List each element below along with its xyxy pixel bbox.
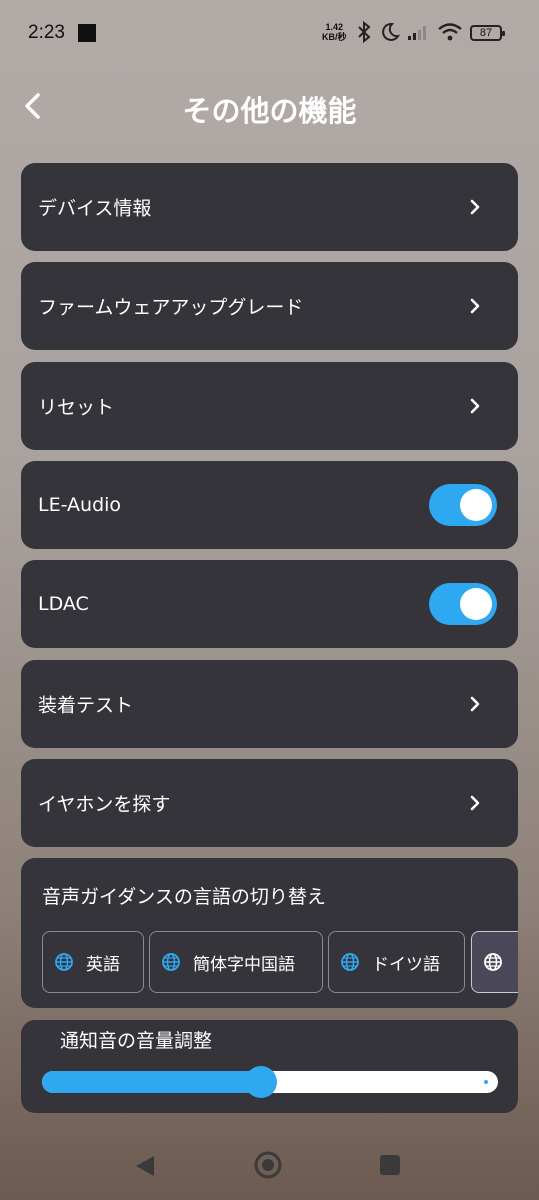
notification-icon <box>78 24 96 42</box>
language-chip-label: ドイツ語 <box>372 954 440 975</box>
status-time: 2:23 <box>28 22 65 43</box>
find-earphones-label: イヤホンを探す <box>38 793 171 816</box>
device-info-label: デバイス情報 <box>38 197 152 220</box>
le-audio-toggle[interactable] <box>429 484 497 526</box>
find-earphones-row[interactable]: イヤホンを探す <box>21 759 518 847</box>
voice-guidance-language-card: 音声ガイダンスの言語の切り替え 英語 簡体字中国語 ドイツ語 <box>21 858 518 1008</box>
globe-icon <box>162 953 180 971</box>
language-chip-label: 英語 <box>86 954 120 975</box>
le-audio-label: LE-Audio <box>38 494 122 516</box>
nav-home-icon[interactable] <box>253 1150 283 1180</box>
fit-test-row[interactable]: 装着テスト <box>21 660 518 748</box>
notification-volume-card: 通知音の音量調整 <box>21 1020 518 1113</box>
battery-indicator: 87 <box>470 25 505 41</box>
le-audio-row: LE-Audio <box>21 461 518 549</box>
language-chip-simplified-chinese[interactable]: 簡体字中国語 <box>149 931 323 993</box>
language-chip-english[interactable]: 英語 <box>42 931 144 993</box>
toggle-knob <box>460 489 492 521</box>
network-speed-value: 1.42 <box>325 22 344 32</box>
firmware-upgrade-label: ファームウェアアップグレード <box>38 296 304 319</box>
do-not-disturb-moon-icon <box>382 22 400 41</box>
language-chip-label: 簡体字中国語 <box>193 954 295 975</box>
language-chip-german[interactable]: ドイツ語 <box>328 931 465 993</box>
status-bar: 2:23 1.42 KB/秒 87 <box>0 0 539 64</box>
nav-back-icon[interactable] <box>133 1153 157 1179</box>
network-speed-unit: KB/秒 <box>322 32 347 42</box>
fit-test-label: 装着テスト <box>38 694 134 717</box>
chevron-right-icon <box>470 298 480 314</box>
ldac-toggle[interactable] <box>429 583 497 625</box>
language-chip-selected[interactable] <box>471 931 518 993</box>
page-title: その他の機能 <box>182 94 357 128</box>
notification-volume-title: 通知音の音量調整 <box>60 1030 213 1052</box>
slider-end-dot <box>484 1080 488 1084</box>
notification-volume-slider[interactable] <box>42 1066 498 1098</box>
nav-recents-icon[interactable] <box>380 1155 400 1175</box>
slider-thumb[interactable] <box>245 1066 277 1098</box>
signal-icon <box>408 26 426 40</box>
chevron-right-icon <box>470 696 480 712</box>
device-info-row[interactable]: デバイス情報 <box>21 163 518 251</box>
voice-guidance-title: 音声ガイダンスの言語の切り替え <box>42 886 326 908</box>
ldac-label: LDAC <box>38 593 89 615</box>
bluetooth-icon <box>358 20 371 44</box>
chevron-right-icon <box>470 199 480 215</box>
globe-icon <box>341 953 359 971</box>
reset-row[interactable]: リセット <box>21 362 518 450</box>
firmware-upgrade-row[interactable]: ファームウェアアップグレード <box>21 262 518 350</box>
network-speed: 1.42 KB/秒 <box>322 22 347 42</box>
globe-icon <box>484 953 502 971</box>
toggle-knob <box>460 588 492 620</box>
globe-icon <box>55 953 73 971</box>
reset-label: リセット <box>38 396 115 419</box>
chevron-right-icon <box>470 398 480 414</box>
slider-fill <box>42 1071 261 1093</box>
chevron-right-icon <box>470 795 480 811</box>
ldac-row: LDAC <box>21 560 518 648</box>
wifi-icon <box>438 23 462 41</box>
